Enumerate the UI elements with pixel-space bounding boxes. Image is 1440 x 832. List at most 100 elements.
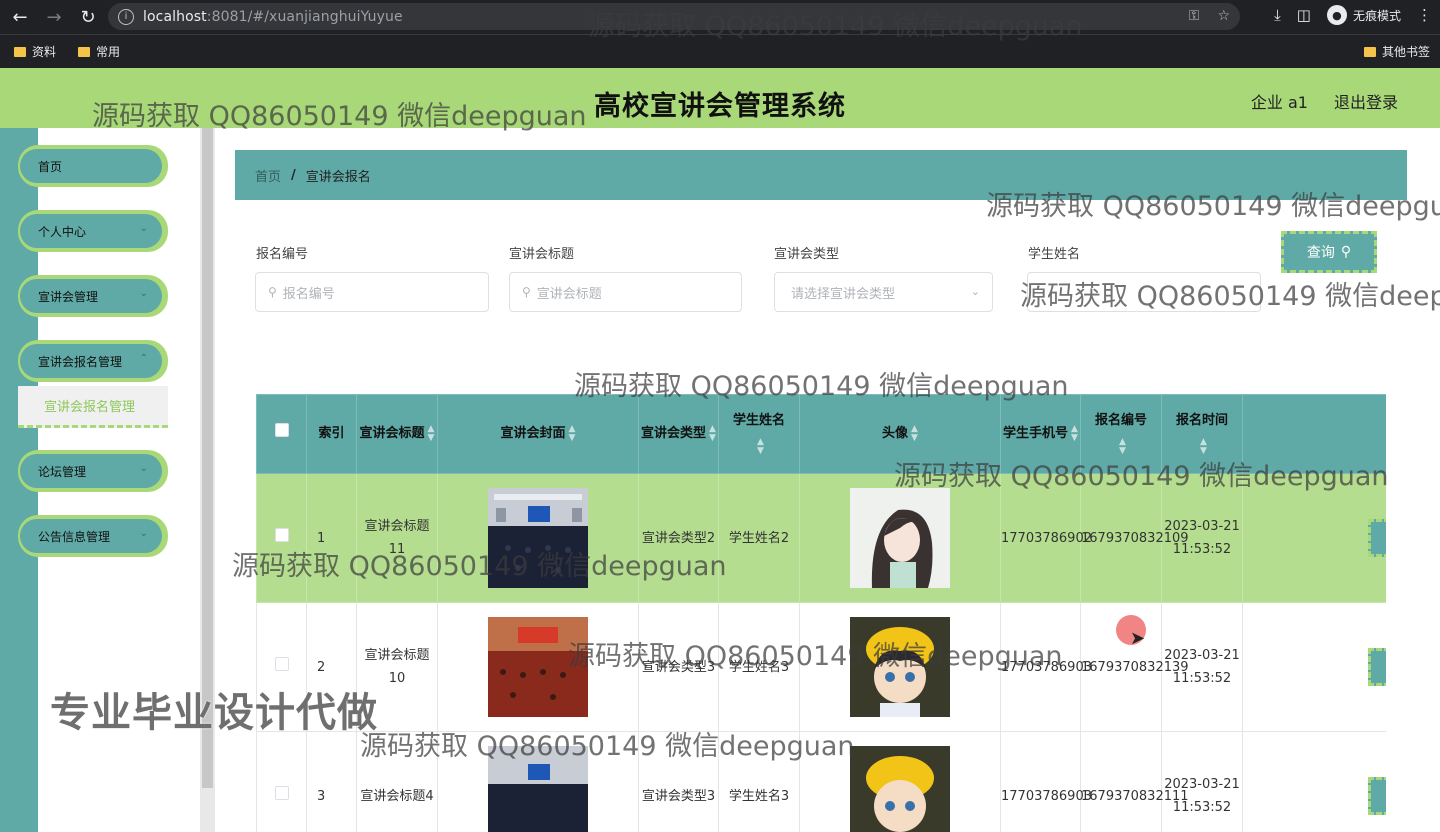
sidebar-subitem-registration[interactable]: 宣讲会报名管理 — [18, 386, 168, 428]
incognito-icon: ● — [1326, 5, 1347, 25]
back-icon[interactable]: ← — [6, 3, 34, 31]
incognito-indicator[interactable]: ● 无痕模式 — [1326, 5, 1401, 25]
avatar-image[interactable] — [850, 746, 950, 832]
header-number[interactable]: 报名编号 ▲ ▼ — [1080, 394, 1162, 474]
cell-type: 宣讲会类型3 — [638, 731, 719, 832]
table-row[interactable]: 3 宣讲会标题4 宣讲会类型3 学生姓名3 17703786903 167937… — [256, 731, 1386, 832]
table-row[interactable]: 2 宣讲会标题10 宣讲会类型3 学生姓名3 17703786903 16793… — [256, 602, 1386, 732]
search-label-title: 宣讲会标题 — [509, 247, 575, 262]
cell-number: 1679370832111 — [1080, 731, 1189, 832]
search-icon: ⚲ — [522, 285, 531, 299]
browser-toolbar: ← → ↻ i localhost:8081/#/xuanjianghuiYuy… — [0, 0, 1440, 34]
header-title[interactable]: 宣讲会标题 ▲ ▼ — [356, 394, 438, 474]
sort-icon[interactable]: ▲ ▼ — [757, 437, 764, 456]
detail-button[interactable]: ▤ — [1368, 777, 1386, 815]
url-text: localhost:8081/#/xuanjianghuiYuyue — [143, 8, 403, 25]
cell-phone: 17703786902 — [1000, 473, 1092, 603]
row-checkbox[interactable] — [274, 656, 289, 671]
cell-title: 宣讲会标题4 — [356, 731, 438, 832]
user-name[interactable]: 企业 a1 — [1251, 89, 1308, 113]
avatar-image[interactable] — [850, 617, 950, 717]
cover-image[interactable] — [488, 488, 588, 588]
folder-icon — [14, 46, 26, 57]
cell-student: 学生姓名2 — [718, 473, 800, 603]
sort-icon[interactable]: ▲ ▼ — [1200, 437, 1207, 456]
cell-time: 2023-03-21 11:53:52 — [1161, 602, 1243, 732]
sort-icon[interactable]: ▲ ▼ — [709, 424, 716, 443]
sidepanel-icon[interactable]: ◫ — [1297, 6, 1311, 24]
search-input-title[interactable]: ⚲ 宣讲会标题 — [509, 272, 742, 312]
chevron-down-icon: ⌄ — [139, 223, 148, 234]
forward-icon[interactable]: → — [40, 3, 68, 31]
chevron-down-icon: ⌄ — [139, 288, 148, 299]
app-title: 高校宣讲会管理系统 — [594, 91, 846, 122]
other-bookmarks[interactable]: 其他书签 — [1364, 43, 1430, 60]
query-button[interactable]: 查询 ⚲ — [1281, 231, 1377, 273]
search-input-number[interactable]: ⚲ 报名编号 — [255, 272, 489, 312]
cell-type: 宣讲会类型3 — [638, 602, 719, 732]
cell-type: 宣讲会类型2 — [638, 473, 719, 603]
sort-icon[interactable]: ▲ ▼ — [1071, 424, 1078, 443]
row-checkbox[interactable] — [274, 527, 289, 542]
search-label-student: 学生姓名 — [1028, 247, 1081, 262]
sidebar-item-talk-management[interactable]: 宣讲会管理 ⌄ — [18, 275, 168, 317]
sort-icon[interactable]: ▲ ▼ — [911, 424, 918, 443]
cell-avatar — [799, 731, 1001, 832]
breadcrumb-current: 宣讲会报名 — [305, 169, 371, 185]
search-icon: ⚲ — [1340, 244, 1352, 260]
reload-icon[interactable]: ↻ — [74, 3, 102, 31]
sidebar-item-forum-management[interactable]: 论坛管理 ⌄ — [18, 450, 168, 492]
chevron-down-icon: ⌄ — [139, 528, 148, 539]
table-row[interactable]: 1 宣讲会标题11 宣讲会类型2 学生姓名2 17703786902 16793… — [256, 473, 1386, 603]
cell-operation: ▤ — [1242, 731, 1386, 832]
cell-time: 2023-03-21 11:53:52 — [1161, 731, 1243, 832]
header-avatar[interactable]: 头像 ▲ ▼ — [799, 394, 1001, 474]
header-time[interactable]: 报名时间 ▲ ▼ — [1161, 394, 1243, 474]
address-bar[interactable]: i localhost:8081/#/xuanjianghuiYuyue ⚿ ☆ — [108, 3, 1240, 30]
search-input-student[interactable] — [1027, 272, 1261, 312]
bookmark-folder[interactable]: 常用 — [78, 43, 120, 60]
cell-cover — [437, 731, 639, 832]
registration-table: 索引 宣讲会标题 ▲ ▼ 宣讲会封面 ▲ ▼ 宣讲会类型 ▲ ▼ 学生姓名 ▲ ▼ 头像 ▲ ▼ 学… — [256, 394, 1386, 832]
row-checkbox[interactable] — [274, 785, 289, 800]
app-header: 高校宣讲会管理系统 企业 a1 退出登录 — [0, 68, 1440, 128]
cell-number: 1679370832109 — [1080, 473, 1189, 603]
logout-link[interactable]: 退出登录 — [1334, 89, 1398, 113]
cell-operation: ▤ — [1242, 602, 1386, 732]
detail-button[interactable]: ▤ — [1368, 648, 1386, 686]
search-select-type[interactable]: 请选择宣讲会类型 ⌄ — [774, 272, 993, 312]
header-cover[interactable]: 宣讲会封面 ▲ ▼ — [437, 394, 639, 474]
cover-image[interactable] — [488, 746, 588, 832]
select-all-checkbox[interactable] — [274, 423, 289, 437]
detail-button[interactable]: ▤ — [1368, 519, 1386, 557]
download-icon[interactable]: ⤓ — [1274, 6, 1281, 24]
menu-icon[interactable]: ⋮ — [1417, 6, 1432, 24]
bookmark-folder[interactable]: 资料 — [14, 43, 56, 60]
sidebar-item-registration-management[interactable]: 宣讲会报名管理 ⌃ — [18, 340, 168, 382]
sort-icon[interactable]: ▲ ▼ — [1119, 437, 1126, 456]
header-index: 索引 — [306, 394, 357, 474]
sidebar-item-notice-management[interactable]: 公告信息管理 ⌄ — [18, 515, 168, 557]
key-icon[interactable]: ⚿ — [1189, 8, 1200, 24]
avatar-image[interactable] — [850, 488, 950, 588]
header-operation: 操 — [1242, 394, 1386, 474]
site-info-icon[interactable]: i — [118, 8, 134, 25]
breadcrumb: 首页 / 宣讲会报名 — [235, 150, 1407, 200]
search-label-type: 宣讲会类型 — [774, 247, 840, 262]
cell-student: 学生姓名3 — [718, 731, 800, 832]
header-type[interactable]: 宣讲会类型 ▲ ▼ — [638, 394, 719, 474]
sort-icon[interactable]: ▲ ▼ — [569, 424, 576, 443]
sidebar-item-personal-center[interactable]: 个人中心 ⌄ — [18, 210, 168, 252]
sidebar-item-home[interactable]: 首页 — [18, 145, 168, 187]
header-phone[interactable]: 学生手机号 ▲ ▼ — [1000, 394, 1081, 474]
sort-icon[interactable]: ▲ ▼ — [428, 424, 435, 443]
breadcrumb-home[interactable]: 首页 — [255, 166, 281, 185]
chevron-up-icon: ⌃ — [139, 353, 148, 364]
bookmarks-bar: 资料 常用 其他书签 — [0, 34, 1440, 68]
cell-phone: 17703786903 — [1000, 602, 1092, 732]
chevron-down-icon: ⌄ — [970, 285, 980, 298]
header-student[interactable]: 学生姓名 ▲ ▼ — [718, 394, 800, 474]
bookmark-star-icon[interactable]: ☆ — [1217, 8, 1230, 24]
search-icon: ⚲ — [268, 285, 277, 299]
cover-image[interactable] — [488, 617, 588, 717]
